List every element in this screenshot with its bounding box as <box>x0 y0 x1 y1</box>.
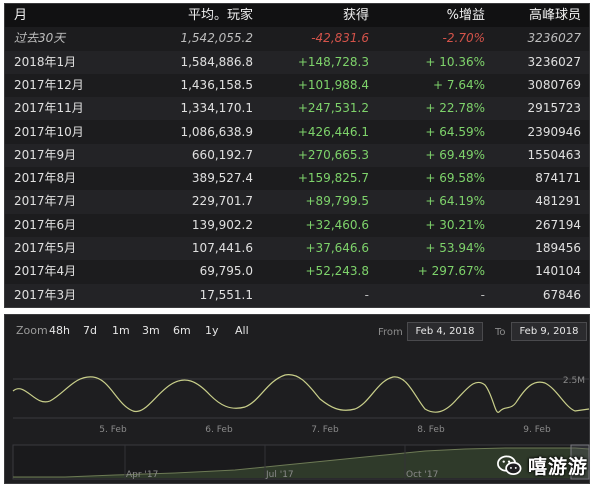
row-peak-players: 2915723 <box>527 101 581 116</box>
header-month[interactable]: 月 <box>14 4 27 27</box>
row-gain: +37,646.6 <box>305 241 370 255</box>
row-month: 2017年9月 <box>14 147 77 162</box>
row-percent-gain: + 22.78% <box>425 101 485 116</box>
row-peak-players: 67846 <box>542 287 581 302</box>
row-avg-players: 107,441.6 <box>191 241 253 255</box>
navigator-label: Oct '17 <box>406 470 438 480</box>
table-row: 2017年11月 1,334,170.1 +247,531.2 + 22.78% 291… <box>5 97 589 121</box>
row-gain: +426,446.1 <box>297 124 369 139</box>
x-tick-label: 6. Feb <box>205 425 233 435</box>
row-percent-gain: + 64.19% <box>425 194 485 209</box>
row-percent-gain: + 30.21% <box>425 217 485 232</box>
row-avg-players: 1,334,170.1 <box>180 101 253 116</box>
table-row: 2017年5月 107,441.6 +37,646.6 + 53.94% 189456 <box>5 237 589 261</box>
table-row: 2017年9月 660,192.7 +270,665.3 + 69.49% 155046… <box>5 143 589 168</box>
wechat-icon <box>497 454 522 475</box>
row-avg-players: 229,701.7 <box>191 194 253 209</box>
row-peak-players: 874171 <box>535 171 581 186</box>
table-row: 2018年1月 1,584,886.8 +148,728.3 + 10.36% 3236… <box>5 50 589 74</box>
table-row: 过去30天 1,542,055.2 -42,831.6 -2.70% 3236027 <box>5 27 589 50</box>
watermark-text: 嘻游游 <box>527 455 588 478</box>
row-avg-players: 389,527.4 <box>191 171 253 186</box>
row-avg-players: 17,551.1 <box>199 287 253 302</box>
row-percent-gain: - <box>480 287 485 302</box>
row-gain: +148,728.3 <box>297 54 369 69</box>
row-peak-players: 3236027 <box>527 31 581 46</box>
header-percent-gain[interactable]: %增益 <box>447 4 485 27</box>
row-avg-players: 139,902.2 <box>191 217 253 232</box>
row-gain: +89,799.5 <box>305 194 370 209</box>
table-row: 2017年3月 17,551.1 - - 67846 <box>5 283 589 307</box>
row-month: 2017年11月 <box>14 101 84 116</box>
table-header-row: 月 平均。玩家 获得 %增益 高峰球员 <box>5 4 589 28</box>
x-tick-label: 9. Feb <box>523 425 551 435</box>
row-gain: +247,531.2 <box>297 101 369 116</box>
row-month: 2017年7月 <box>14 194 77 209</box>
row-peak-players: 267194 <box>535 217 581 232</box>
row-gain: +32,460.6 <box>305 217 370 232</box>
x-tick-label: 5. Feb <box>99 425 127 435</box>
row-percent-gain: + 297.67% <box>417 264 485 279</box>
row-percent-gain: + 10.36% <box>425 54 485 69</box>
table-row: 2017年6月 139,902.2 +32,460.6 + 30.21% 267194 <box>5 214 589 237</box>
header-peak-players[interactable]: 高峰球员 <box>529 4 581 27</box>
row-gain: +101,988.4 <box>297 77 369 92</box>
row-peak-players: 3080769 <box>527 77 581 92</box>
table-row: 2017年10月 1,086,638.9 +426,446.1 + 64.59% 239… <box>5 121 589 144</box>
x-tick-label: 7. Feb <box>311 425 339 435</box>
y-axis-tick-label: 2.5M <box>563 376 585 386</box>
row-percent-gain: -2.70% <box>442 31 485 46</box>
table-row: 2017年12月 1,436,158.5 +101,988.4 + 7.64% 3080… <box>5 74 589 97</box>
player-count-series-line[interactable] <box>12 374 590 413</box>
row-gain: +52,243.8 <box>305 264 370 279</box>
table-row: 2017年7月 229,701.7 +89,799.5 + 64.19% 481291 <box>5 190 589 214</box>
row-avg-players: 660,192.7 <box>191 147 253 162</box>
row-percent-gain: + 64.59% <box>425 124 485 139</box>
row-avg-players: 1,086,638.9 <box>180 124 253 139</box>
row-percent-gain: + 7.64% <box>433 77 485 92</box>
row-avg-players: 1,542,055.2 <box>180 31 253 46</box>
row-month: 2018年1月 <box>14 54 77 69</box>
header-avg-players[interactable]: 平均。玩家 <box>188 4 253 27</box>
row-peak-players: 189456 <box>535 241 581 255</box>
row-peak-players: 481291 <box>535 194 581 209</box>
row-month: 2017年10月 <box>14 124 84 139</box>
row-gain: -42,831.6 <box>311 31 369 46</box>
watermark: 嘻游游 <box>484 448 588 482</box>
table-row: 2017年4月 69,795.0 +52,243.8 + 297.67% 140104 <box>5 260 589 283</box>
navigator-label: Apr '17 <box>126 470 158 480</box>
row-avg-players: 69,795.0 <box>199 264 253 279</box>
row-avg-players: 1,436,158.5 <box>180 77 253 92</box>
header-gain[interactable]: 获得 <box>343 4 369 27</box>
row-peak-players: 140104 <box>535 264 581 279</box>
row-percent-gain: + 69.49% <box>425 147 485 162</box>
row-month: 2017年5月 <box>14 241 77 255</box>
row-peak-players: 3236027 <box>527 54 581 69</box>
x-tick-label: 8. Feb <box>417 425 445 435</box>
row-month: 2017年6月 <box>14 217 77 232</box>
row-month: 2017年12月 <box>14 77 84 92</box>
row-peak-players: 1550463 <box>527 147 581 162</box>
row-gain: - <box>364 287 369 302</box>
row-percent-gain: + 69.58% <box>425 171 485 186</box>
row-month: 过去30天 <box>14 31 66 46</box>
row-month: 2017年8月 <box>14 171 77 186</box>
row-month: 2017年3月 <box>14 287 77 302</box>
row-month: 2017年4月 <box>14 264 77 279</box>
row-percent-gain: + 53.94% <box>425 241 485 255</box>
row-avg-players: 1,584,886.8 <box>180 54 253 69</box>
row-gain: +270,665.3 <box>297 147 369 162</box>
table-row: 2017年8月 389,527.4 +159,825.7 + 69.58% 874171 <box>5 167 589 190</box>
row-peak-players: 2390946 <box>527 124 581 139</box>
row-gain: +159,825.7 <box>297 171 369 186</box>
navigator-label: Jul '17 <box>265 470 294 480</box>
player-stats-table: 月 平均。玩家 获得 %增益 高峰球员 过去30天 1,542,055.2 -42,… <box>4 3 590 308</box>
